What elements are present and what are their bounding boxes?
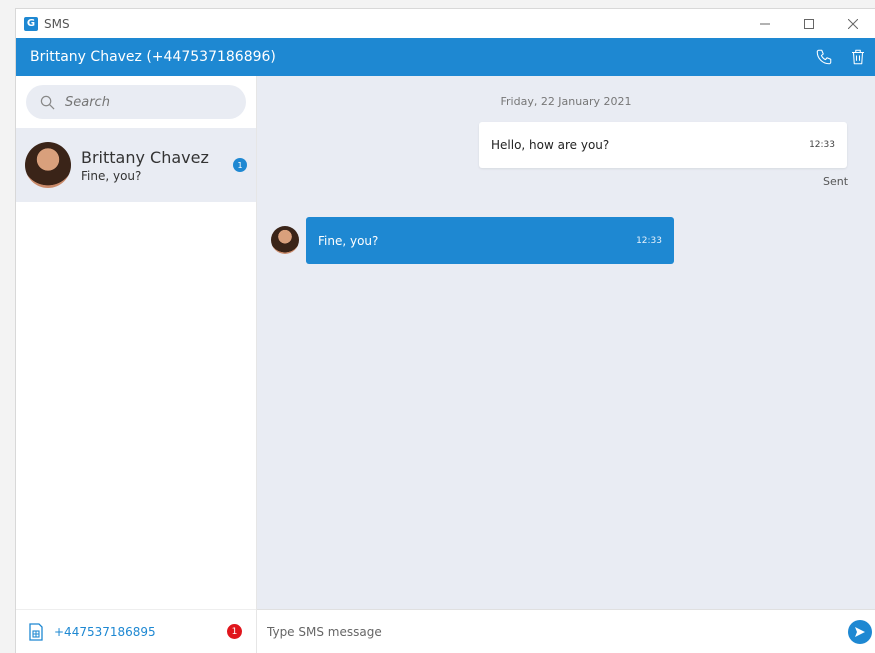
phone-icon bbox=[816, 49, 832, 65]
close-button[interactable] bbox=[831, 9, 875, 38]
conversation-text: Brittany Chavez Fine, you? bbox=[81, 148, 209, 183]
window-title: SMS bbox=[44, 16, 70, 31]
chat-panel: Friday, 22 January 2021 Hello, how are y… bbox=[257, 76, 875, 653]
message-status: Sent bbox=[823, 175, 849, 188]
g-logo-icon: G bbox=[24, 16, 38, 31]
sim-line-selector[interactable]: +447537186895 1 bbox=[16, 609, 256, 653]
contact-title: Brittany Chavez (+447537186896) bbox=[30, 49, 276, 65]
outgoing-message: Hello, how are you? 12:33 bbox=[479, 122, 847, 168]
delete-button[interactable] bbox=[841, 38, 875, 76]
alert-badge: 1 bbox=[227, 624, 242, 639]
conversation-name: Brittany Chavez bbox=[81, 147, 209, 167]
minimize-button[interactable] bbox=[743, 9, 787, 38]
conversation-preview: Fine, you? bbox=[81, 168, 142, 183]
maximize-icon bbox=[804, 18, 814, 29]
search-input[interactable] bbox=[65, 94, 225, 110]
conversation-header: Brittany Chavez (+447537186896) bbox=[16, 38, 875, 76]
date-separator: Friday, 22 January 2021 bbox=[500, 95, 632, 108]
message-text: Fine, you? bbox=[318, 233, 379, 248]
conversation-item[interactable]: Brittany Chavez Fine, you? 1 bbox=[16, 128, 256, 202]
app-logo-letter: G bbox=[26, 18, 36, 29]
message-composer bbox=[257, 609, 875, 653]
message-time: 12:33 bbox=[809, 140, 835, 150]
main-body: Brittany Chavez Fine, you? 1 +4475371868… bbox=[16, 76, 875, 653]
search-box[interactable] bbox=[26, 85, 246, 119]
window-controls bbox=[743, 9, 875, 38]
send-icon bbox=[855, 626, 865, 637]
sender-avatar bbox=[271, 226, 299, 254]
sms-window: G SMS Brittany Chavez (+447537186896) Se… bbox=[15, 8, 875, 653]
message-time: 12:33 bbox=[636, 235, 662, 246]
search-icon bbox=[40, 95, 55, 109]
own-phone-number: +447537186895 bbox=[54, 624, 156, 639]
trash-icon bbox=[852, 49, 864, 65]
message-input[interactable] bbox=[267, 624, 848, 639]
maximize-button[interactable] bbox=[787, 9, 831, 38]
send-button[interactable] bbox=[848, 619, 872, 644]
sim-card-icon bbox=[29, 622, 43, 641]
close-icon bbox=[848, 18, 858, 29]
message-text: Hello, how are you? bbox=[491, 138, 610, 152]
minimize-icon bbox=[760, 23, 770, 24]
avatar bbox=[25, 142, 71, 188]
call-button[interactable] bbox=[807, 38, 841, 76]
unread-badge: 1 bbox=[233, 158, 247, 172]
title-bar: G SMS bbox=[16, 9, 875, 38]
incoming-message: Fine, you? 12:33 bbox=[306, 217, 674, 264]
header-actions bbox=[807, 38, 875, 76]
conversation-sidebar: Brittany Chavez Fine, you? 1 +4475371868… bbox=[16, 76, 257, 653]
